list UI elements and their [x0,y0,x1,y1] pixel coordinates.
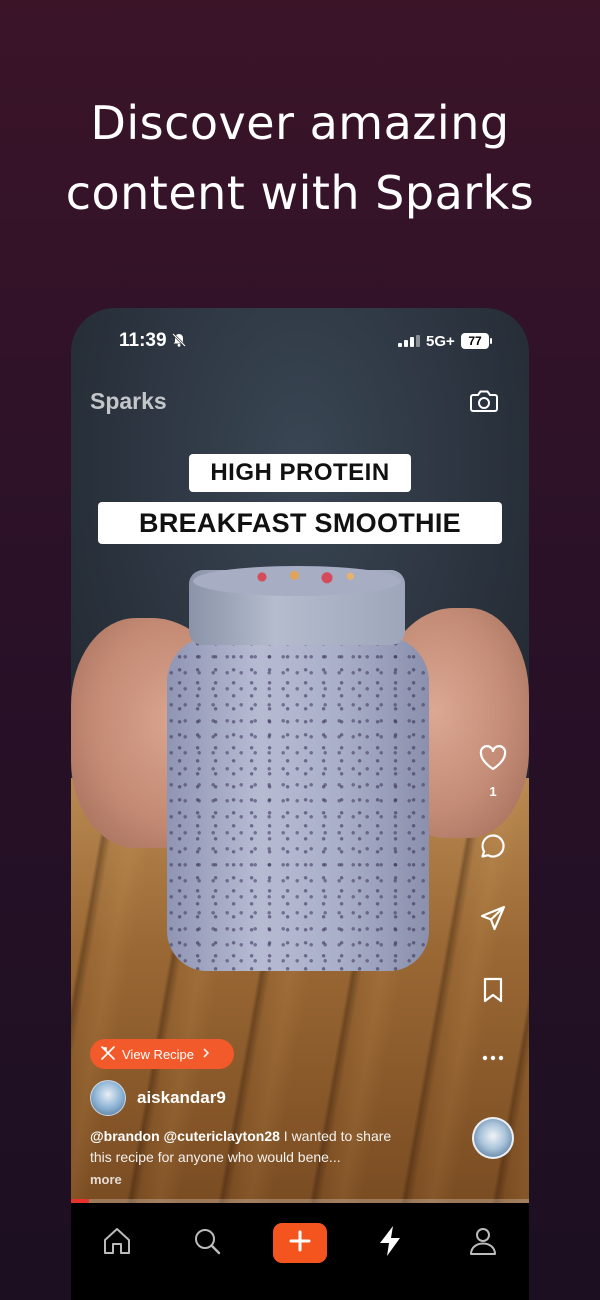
caption-more-link[interactable]: more [90,1172,122,1187]
author-avatar[interactable] [90,1080,126,1116]
video-jar [167,636,429,971]
view-recipe-button[interactable]: View Recipe [90,1039,234,1069]
like-button[interactable] [471,744,515,777]
share-icon [479,905,507,936]
caption-mentions[interactable]: @brandon @cutericlayton28 [90,1128,280,1144]
camera-icon[interactable] [469,387,499,415]
video-toppings [236,569,366,585]
author-name[interactable]: aiskandar9 [137,1088,226,1108]
promo-headline-line1: Discover amazing [90,96,510,150]
post-caption: @brandon @cutericlayton28 I wanted to sh… [90,1126,410,1168]
utensils-icon [100,1045,116,1064]
heart-icon [478,745,508,776]
bookmark-button[interactable] [471,976,515,1009]
lightning-icon [377,1225,403,1262]
status-time: 11:39 [119,330,167,351]
promo-headline-line2: content with Sparks [65,166,535,220]
promo-headline: Discover amazing content with Sparks [0,88,600,228]
create-button[interactable] [273,1223,327,1263]
signal-icon [398,335,420,347]
tab-sparks[interactable] [368,1223,412,1263]
bookmark-icon [481,977,505,1008]
bell-off-icon [171,332,187,352]
app-title: Sparks [90,388,167,414]
share-button[interactable] [471,904,515,937]
chevron-right-icon [202,1047,210,1062]
tab-profile[interactable] [461,1223,505,1263]
comment-icon [479,834,507,864]
more-button[interactable] [471,1050,515,1068]
video-title-line2: BREAKFAST SMOOTHIE [98,502,502,544]
comment-button[interactable] [471,832,515,865]
profile-icon [469,1226,497,1261]
view-recipe-label: View Recipe [122,1046,195,1062]
video-title-line1: HIGH PROTEIN [189,454,411,492]
plus-icon [289,1230,311,1257]
search-icon [192,1226,222,1261]
tab-search[interactable] [185,1223,229,1263]
tab-bar [71,1203,529,1300]
more-icon [481,1050,505,1067]
sound-avatar[interactable] [472,1117,514,1159]
like-count: 1 [489,784,497,799]
phone-screen: 11:39 5G+ 77 Sparks HIGH PROTEIN BREAKFA… [71,308,529,1300]
home-icon [101,1226,133,1261]
status-bar: 11:39 5G+ 77 [71,326,529,358]
tab-home[interactable] [95,1223,139,1263]
battery-icon: 77 [461,333,492,349]
network-type: 5G+ [426,333,455,350]
